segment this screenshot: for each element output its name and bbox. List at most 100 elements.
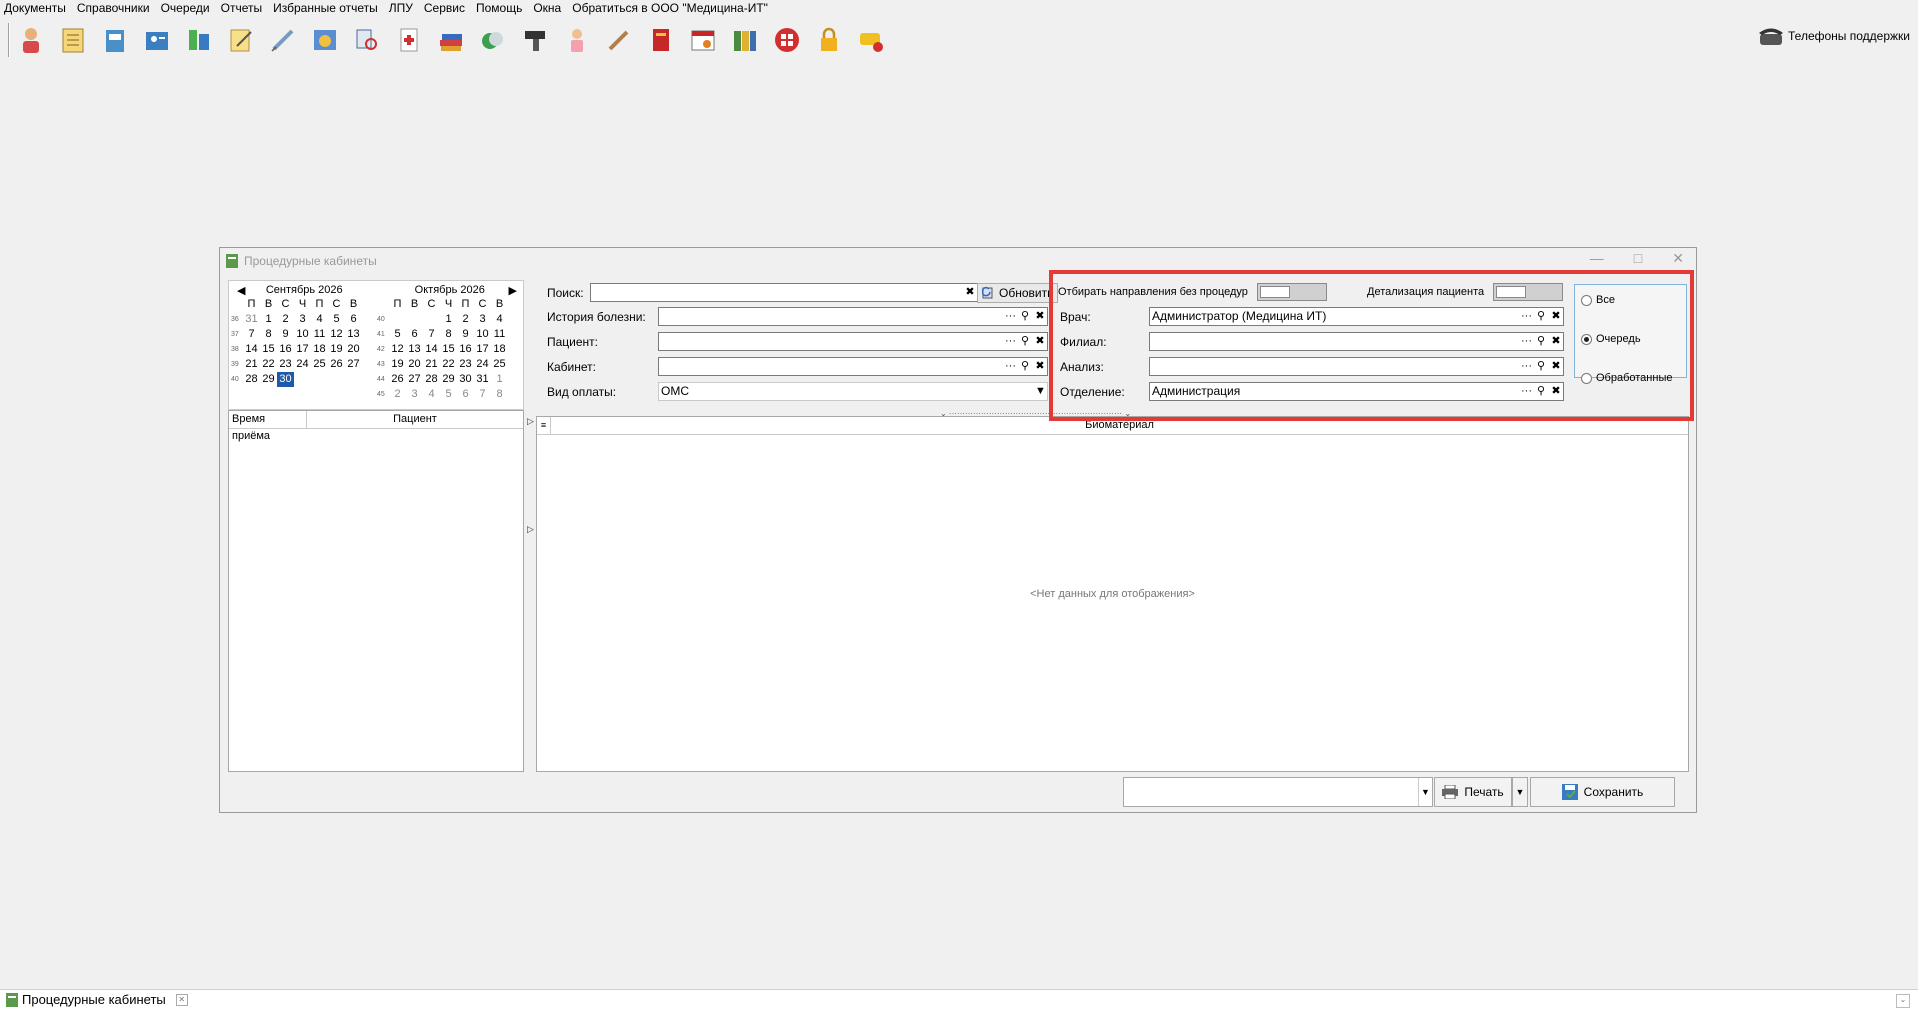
menu-help[interactable]: Помощь [472,0,529,17]
menu-references[interactable]: Справочники [73,0,157,17]
calendar-day[interactable]: 5 [440,387,457,402]
search-icon[interactable]: ⚲ [1536,384,1546,399]
radio-all[interactable]: Все [1581,294,1615,306]
menu-lpu[interactable]: ЛПУ [385,0,420,17]
doctor-icon[interactable] [16,25,46,55]
contact-card-icon[interactable] [142,25,172,55]
calendar-day[interactable]: 18 [311,342,328,357]
payment-select[interactable]: ОМС ▼ [658,382,1048,401]
menu-queues[interactable]: Очереди [157,0,217,17]
biomaterial-grid[interactable]: ≡ Биоматериал <Нет данных для отображени… [536,416,1689,772]
calendar-day[interactable] [389,312,406,327]
department-field[interactable]: Администрация ··· ⚲ ✖ [1149,382,1564,401]
calendar-day[interactable]: 13 [406,342,423,357]
no-procedures-toggle[interactable] [1257,283,1327,301]
calendar-day[interactable]: 13 [345,327,362,342]
calendar-day[interactable]: 22 [260,357,277,372]
calendar-day[interactable]: 14 [243,342,260,357]
close-icon[interactable]: ✕ [1672,250,1684,267]
calendar-day[interactable]: 23 [277,357,294,372]
calendar-day[interactable]: 3 [406,387,423,402]
calendar-clock-icon[interactable] [310,25,340,55]
syringe-icon[interactable] [268,25,298,55]
menu-reports[interactable]: Отчеты [217,0,269,17]
more-icon[interactable]: ··· [1521,309,1532,324]
radio-processed[interactable]: Обработанные [1581,372,1672,384]
patient-detail-toggle[interactable] [1493,283,1563,301]
calendar-day[interactable]: 29 [440,372,457,387]
search-icon[interactable]: ⚲ [1020,334,1030,349]
pencil-icon[interactable] [604,25,634,55]
prev-month-icon[interactable]: ◀ [237,284,245,297]
folder-icon[interactable] [100,25,130,55]
calendar-day[interactable]: 4 [311,312,328,327]
calendar-day[interactable]: 26 [389,372,406,387]
search-icon[interactable]: ⚲ [1536,359,1546,374]
chevron-down-icon[interactable]: ▼ [1418,778,1432,806]
search-icon[interactable]: ⚲ [1536,334,1546,349]
calendar-day[interactable]: 6 [457,387,474,402]
calendar-day[interactable]: 22 [440,357,457,372]
calendar-day[interactable]: 21 [243,357,260,372]
chevron-right-icon[interactable]: ▷ [527,416,534,427]
calendar-day[interactable]: 27 [406,372,423,387]
calendar-day[interactable] [328,372,345,387]
history-field[interactable]: ··· ⚲ ✖ [658,307,1048,326]
close-tab-icon[interactable]: ✕ [175,993,188,1006]
search-icon[interactable]: ⚲ [1020,309,1030,324]
calendar-day[interactable]: 1 [440,312,457,327]
calendar-day[interactable]: 29 [260,372,277,387]
calendar-day[interactable]: 6 [345,312,362,327]
clear-icon[interactable]: ✖ [1035,334,1045,349]
more-icon[interactable]: ··· [1521,359,1532,374]
column-patient[interactable]: Пациент [307,411,523,428]
calendar-day[interactable]: 17 [474,342,491,357]
appointments-list[interactable]: Время приёма Пациент [228,410,524,772]
search-icon[interactable]: ⚲ [1020,359,1030,374]
more-icon[interactable]: ··· [1521,384,1532,399]
calendar-day[interactable]: 16 [457,342,474,357]
radio-queue[interactable]: Очередь [1581,333,1641,345]
calendar-settings-icon[interactable] [688,25,718,55]
calendar-day[interactable]: 3 [294,312,311,327]
calendar-day[interactable]: 24 [294,357,311,372]
calendar-day[interactable]: 24 [474,357,491,372]
calendar-day[interactable]: 20 [406,357,423,372]
task-tab-procedure-rooms[interactable]: Процедурные кабинеты ✕ [6,992,188,1007]
save-button[interactable]: Сохранить [1530,777,1675,807]
clear-icon[interactable]: ✖ [965,285,975,300]
lock-icon[interactable] [814,25,844,55]
more-icon[interactable]: ··· [1005,359,1016,374]
calendar-day[interactable]: 8 [260,327,277,342]
calendar-day[interactable]: 2 [277,312,294,327]
calendar-day[interactable]: 11 [491,327,508,342]
chevron-down-icon[interactable]: ⌄ [1896,994,1910,1008]
medical-search-icon[interactable] [352,25,382,55]
binders-icon[interactable] [730,25,760,55]
calendar-day[interactable]: 14 [423,342,440,357]
menu-windows[interactable]: Окна [529,0,568,17]
calendar-day[interactable]: 4 [423,387,440,402]
calendar-day[interactable]: 16 [277,342,294,357]
calendar-day[interactable]: 30 [277,372,294,387]
calendar-day[interactable]: 31 [474,372,491,387]
calendar-day[interactable]: 1 [491,372,508,387]
blocks-icon[interactable] [184,25,214,55]
calendar-day[interactable]: 8 [491,387,508,402]
calendar-day[interactable]: 7 [423,327,440,342]
more-icon[interactable]: ··· [1521,334,1532,349]
search-icon[interactable]: ⚲ [1536,309,1546,324]
calendar-day[interactable]: 15 [260,342,277,357]
notepad-icon[interactable] [226,25,256,55]
calendar-day[interactable]: 25 [311,357,328,372]
refresh-button[interactable]: Обновить [977,283,1059,303]
more-icon[interactable]: ··· [1005,309,1016,324]
clear-icon[interactable]: ✖ [1551,309,1561,324]
pills-icon[interactable] [478,25,508,55]
calendar-day[interactable]: 21 [423,357,440,372]
calendar-day[interactable] [423,312,440,327]
support-phones[interactable]: Телефоны поддержки [1758,26,1910,46]
analysis-field[interactable]: ··· ⚲ ✖ [1149,357,1564,376]
print-dropdown[interactable]: ▼ [1512,777,1528,807]
calendar-day[interactable]: 2 [389,387,406,402]
